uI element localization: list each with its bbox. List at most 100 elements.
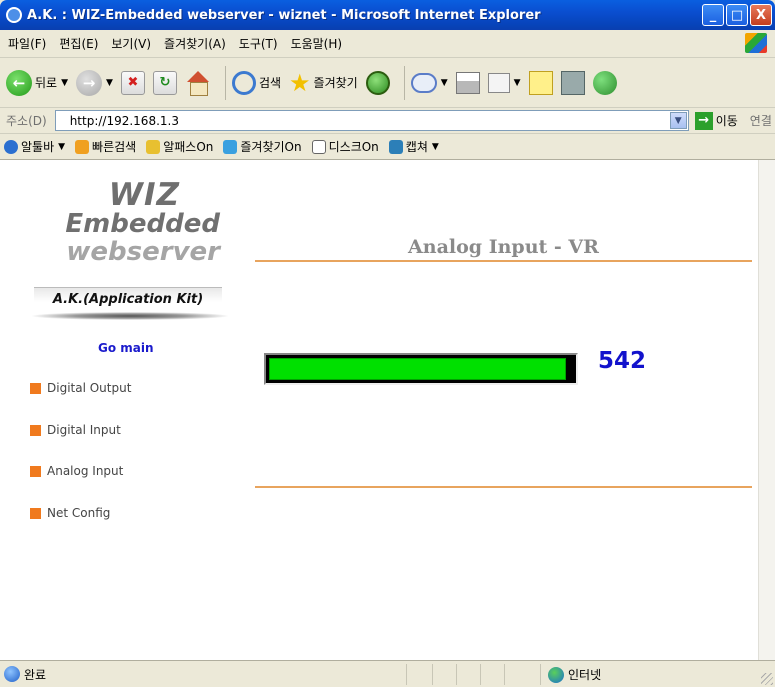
resize-grip[interactable] (761, 673, 773, 685)
links-item-label: 캡쳐 (405, 140, 428, 154)
mail-icon (410, 72, 437, 93)
square-bullet-icon (30, 465, 41, 477)
forward-arrow-icon: → (76, 69, 103, 96)
square-bullet-icon (30, 382, 41, 394)
close-button[interactable]: X (750, 4, 772, 26)
address-dropdown-icon[interactable]: ▼ (669, 112, 687, 129)
minimize-button[interactable]: _ (702, 4, 724, 26)
analog-value: 542 (598, 348, 647, 374)
disk-icon (311, 139, 326, 154)
maximize-button[interactable]: □ (726, 4, 748, 26)
nav-item-digital-input[interactable]: Digital Input (30, 423, 121, 437)
research-icon (560, 70, 585, 95)
chevron-down-icon[interactable]: ▼ (514, 78, 521, 88)
status-divider (480, 664, 481, 685)
chevron-down-icon[interactable]: ▼ (61, 78, 68, 88)
links-item-disk-on[interactable]: 디스크On (311, 138, 379, 155)
key-icon (146, 139, 161, 154)
search-button[interactable]: 검색 (231, 70, 282, 95)
logo-embedded: Embedded (65, 209, 220, 239)
favorites-label: 즐겨찾기 (313, 76, 358, 90)
status-text: 완료 (24, 667, 47, 682)
stop-icon: ✖ (120, 70, 145, 95)
menu-edit[interactable]: 편집(E) (59, 35, 98, 52)
square-bullet-icon (30, 424, 41, 436)
analog-level-bar (264, 353, 578, 385)
quick-search-icon (75, 139, 90, 154)
address-url[interactable]: http://192.168.1.3 (70, 114, 179, 128)
analog-level-fill (269, 358, 566, 380)
nav-item-label[interactable]: Analog Input (47, 464, 123, 478)
logo-wiz: WIZ (108, 177, 180, 213)
content-divider (255, 486, 752, 488)
address-input[interactable]: http://192.168.1.3 ▼ (54, 110, 689, 131)
menu-help[interactable]: 도움말(H) (291, 35, 343, 52)
home-button[interactable] (185, 70, 211, 96)
links-item-alpass[interactable]: 알패스On (146, 138, 213, 155)
research-button[interactable] (560, 70, 585, 95)
edit-button[interactable]: ▼ (487, 72, 521, 93)
messenger-button[interactable] (592, 70, 617, 95)
forward-button[interactable]: → ▼ (76, 69, 113, 96)
toolbar: ← 뒤로 ▼ → ▼ ✖ ↻ 검색 ★ 즐겨찾기 ▼ ▼ (0, 58, 775, 108)
links-label[interactable]: 연결 (750, 112, 772, 129)
chevron-down-icon[interactable]: ▼ (441, 78, 448, 88)
menu-favorites[interactable]: 즐겨찾기(A) (164, 35, 226, 52)
star-icon (223, 139, 238, 154)
print-button[interactable] (455, 71, 480, 94)
chevron-down-icon[interactable]: ▼ (432, 142, 439, 152)
links-item-quick-search[interactable]: 빠른검색 (75, 138, 136, 155)
vertical-scrollbar[interactable] (758, 160, 775, 660)
square-bullet-icon (30, 507, 41, 519)
nav-item-digital-output[interactable]: Digital Output (30, 381, 131, 395)
printer-icon (455, 71, 480, 94)
status-bar: 완료 인터넷 (0, 660, 775, 687)
menu-tools[interactable]: 도구(T) (239, 35, 278, 52)
go-button[interactable]: → 이동 (694, 111, 738, 130)
internet-globe-icon (548, 666, 564, 683)
discuss-button[interactable] (528, 70, 553, 95)
links-item-capture[interactable]: 캡쳐 ▼ (388, 138, 439, 155)
menu-view[interactable]: 보기(V) (111, 35, 151, 52)
status-divider (540, 664, 541, 685)
mail-button[interactable]: ▼ (410, 72, 448, 93)
page-content: WIZ Embedded webserver A.K.(Application … (0, 160, 758, 660)
security-zone: 인터넷 (548, 666, 601, 683)
capture-icon (388, 139, 403, 154)
stop-button[interactable]: ✖ (120, 70, 145, 95)
logo-application-kit: A.K.(Application Kit) (34, 287, 222, 311)
back-button[interactable]: ← 뒤로 ▼ (6, 69, 68, 96)
search-icon (231, 70, 256, 95)
links-item-label: 알패스On (163, 140, 214, 154)
address-bar: 주소(D) http://192.168.1.3 ▼ → 이동 연결 (0, 108, 775, 134)
refresh-button[interactable]: ↻ (152, 70, 177, 95)
nav-item-net-config[interactable]: Net Config (30, 506, 110, 520)
toolbar-divider (403, 65, 405, 100)
links-item-altoolbar[interactable]: 알툴바 ▼ (4, 138, 65, 155)
ie-icon (6, 7, 22, 23)
links-item-label: 빠른검색 (92, 140, 137, 154)
menu-file[interactable]: 파일(F) (8, 35, 46, 52)
history-button[interactable] (365, 70, 390, 95)
chevron-down-icon[interactable]: ▼ (58, 142, 65, 152)
links-item-label: 알툴바 (21, 140, 55, 154)
search-label: 검색 (258, 76, 282, 90)
address-label: 주소(D) (6, 114, 47, 128)
refresh-icon: ↻ (152, 70, 177, 95)
links-item-favorites-on[interactable]: 즐겨찾기On (223, 138, 302, 155)
links-item-label: 즐겨찾기On (240, 140, 302, 154)
status-divider (406, 664, 407, 685)
nav-item-label[interactable]: Digital Output (47, 381, 131, 395)
menu-bar: 파일(F) 편집(E) 보기(V) 즐겨찾기(A) 도구(T) 도움말(H) (0, 30, 775, 58)
nav-item-label[interactable]: Net Config (47, 506, 110, 520)
window-title: A.K. : WIZ-Embedded webserver - wiznet -… (27, 7, 541, 23)
nav-item-label[interactable]: Digital Input (47, 423, 121, 437)
messenger-icon (592, 70, 617, 95)
nav-item-analog-input[interactable]: Analog Input (30, 464, 123, 478)
go-main-link[interactable]: Go main (98, 341, 154, 355)
status-divider (456, 664, 457, 685)
logo-shadow (32, 312, 228, 320)
chevron-down-icon[interactable]: ▼ (106, 78, 113, 88)
title-divider (255, 260, 752, 262)
favorites-button[interactable]: ★ 즐겨찾기 (289, 71, 358, 95)
